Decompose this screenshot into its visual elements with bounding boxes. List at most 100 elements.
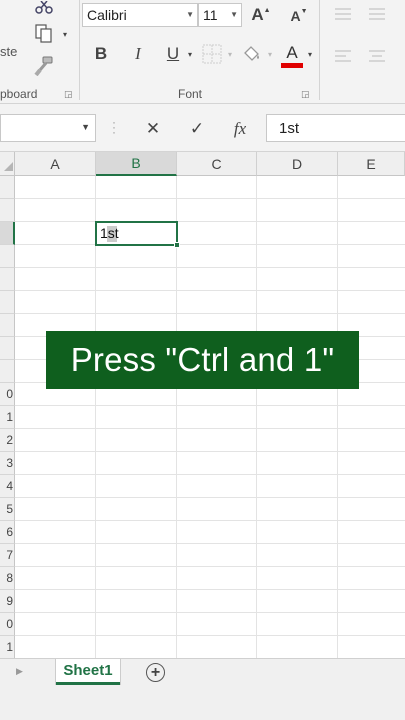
chevron-down-icon: ▼ [230, 10, 238, 19]
gridline-horizontal [15, 221, 405, 222]
paste-label[interactable]: ste [0, 44, 17, 59]
name-box[interactable]: ▼ [0, 114, 96, 142]
row-header[interactable] [0, 245, 15, 268]
row-header[interactable]: 1 [0, 636, 15, 658]
select-all-triangle-icon [4, 162, 13, 171]
cancel-button[interactable]: ✕ [142, 118, 164, 140]
font-color-dropdown-icon[interactable]: ▾ [306, 48, 314, 60]
ribbon-separator [319, 0, 320, 100]
gridline-horizontal [15, 267, 405, 268]
gridline-horizontal [15, 405, 405, 406]
column-header-e[interactable]: E [338, 152, 405, 176]
font-size-value: 11 [203, 7, 218, 23]
increase-font-size-button[interactable]: A ▲ [250, 3, 272, 27]
row-header[interactable] [0, 176, 15, 199]
row-header[interactable]: 9 [0, 590, 15, 613]
fill-handle[interactable] [174, 242, 180, 248]
align-center-icon[interactable] [366, 46, 388, 66]
gridline-horizontal [15, 589, 405, 590]
column-header-a[interactable]: A [15, 152, 96, 176]
gridline-horizontal [15, 428, 405, 429]
active-cell-b[interactable]: 1st [95, 221, 180, 248]
row-header[interactable] [0, 291, 15, 314]
column-header-c[interactable]: C [177, 152, 257, 176]
row-header[interactable] [0, 222, 15, 245]
row-header[interactable]: 7 [0, 544, 15, 567]
chevron-down-icon: ▼ [186, 10, 194, 19]
ribbon: ▾ ste pboard ◲ Calibri ▼ 11 ▼ A ▲ A ▼ B I … [0, 0, 405, 104]
row-header[interactable]: 1 [0, 406, 15, 429]
borders-dropdown-icon[interactable]: ▾ [226, 48, 234, 60]
instruction-banner: Press "Ctrl and 1" [46, 331, 359, 389]
gridline-horizontal [15, 290, 405, 291]
gridline-horizontal [15, 497, 405, 498]
italic-button[interactable]: I [127, 42, 149, 66]
scroll-tabs-right-icon[interactable]: ▶ [16, 666, 23, 677]
column-header-d[interactable]: D [257, 152, 338, 176]
copy-icon[interactable] [32, 22, 56, 46]
row-header[interactable]: 0 [0, 613, 15, 636]
row-header[interactable]: 3 [0, 452, 15, 475]
underline-button[interactable]: U [162, 42, 184, 66]
gridline-horizontal [15, 566, 405, 567]
fill-color-icon[interactable] [240, 42, 264, 66]
row-header[interactable] [0, 314, 15, 337]
formula-bar: ▼ · · · ✕ ✓ fx 1st [0, 104, 405, 152]
decrease-font-size-button[interactable]: A ▼ [288, 5, 310, 27]
row-header[interactable] [0, 337, 15, 360]
font-name-value: Calibri [87, 7, 127, 23]
align-left-icon[interactable] [332, 46, 354, 66]
row-header[interactable]: 2 [0, 429, 15, 452]
align-top-icon[interactable] [332, 4, 354, 24]
font-color-swatch [281, 63, 303, 68]
gridline-horizontal [15, 451, 405, 452]
format-painter-cut-icon[interactable] [30, 0, 58, 16]
font-launcher-icon[interactable]: ◲ [301, 89, 310, 100]
sheet-tabs-bar: ▶ Sheet1 + [0, 658, 405, 720]
row-header[interactable]: 8 [0, 567, 15, 590]
ribbon-separator [79, 0, 80, 100]
align-middle-icon[interactable] [366, 4, 388, 24]
underline-dropdown-icon[interactable]: ▾ [186, 48, 194, 60]
font-size-select[interactable]: 11 ▼ [198, 3, 242, 27]
fill-color-dropdown-icon[interactable]: ▾ [266, 48, 274, 60]
gridline-horizontal [15, 474, 405, 475]
formula-bar-grip-icon: · · · [112, 115, 116, 139]
worksheet-grid[interactable]: A B C D E 012345678901 1st [0, 152, 405, 658]
row-header[interactable]: 5 [0, 498, 15, 521]
font-color-icon: A [286, 43, 298, 62]
sheet-tab-sheet1[interactable]: Sheet1 [56, 659, 120, 685]
clipboard-launcher-icon[interactable]: ◲ [64, 89, 73, 100]
new-sheet-button[interactable]: + [146, 663, 165, 682]
enter-button[interactable]: ✓ [186, 118, 208, 140]
gridline-horizontal [15, 244, 405, 245]
row-header[interactable] [0, 199, 15, 222]
decrease-font-size-icon: A [290, 8, 301, 24]
formula-input[interactable]: 1st [266, 114, 405, 142]
row-header[interactable] [0, 268, 15, 291]
underline-label: U [166, 44, 180, 63]
font-color-button[interactable]: A [280, 42, 304, 70]
gridline-horizontal [15, 543, 405, 544]
bold-button[interactable]: B [90, 42, 112, 66]
row-header[interactable]: 4 [0, 475, 15, 498]
clipboard-group-label: pboard [0, 87, 38, 101]
borders-icon[interactable] [200, 42, 224, 66]
insert-function-button[interactable]: fx [228, 118, 252, 140]
gridline-horizontal [15, 313, 405, 314]
active-cell-value: 1st [100, 225, 119, 241]
chevron-down-icon: ▼ [81, 122, 90, 132]
row-header[interactable]: 6 [0, 521, 15, 544]
gridline-horizontal [15, 612, 405, 613]
formula-input-value: 1st [279, 120, 300, 137]
row-header[interactable]: 0 [0, 383, 15, 406]
column-header-b[interactable]: B [96, 152, 177, 176]
copy-dropdown-icon[interactable]: ▾ [60, 28, 70, 40]
font-group-label: Font [178, 87, 203, 101]
format-painter-icon[interactable] [32, 54, 56, 78]
font-name-select[interactable]: Calibri ▼ [82, 3, 198, 27]
plus-icon: + [150, 663, 161, 681]
gridline-horizontal [15, 635, 405, 636]
gridline-vertical [256, 176, 257, 658]
row-header[interactable] [0, 360, 15, 383]
